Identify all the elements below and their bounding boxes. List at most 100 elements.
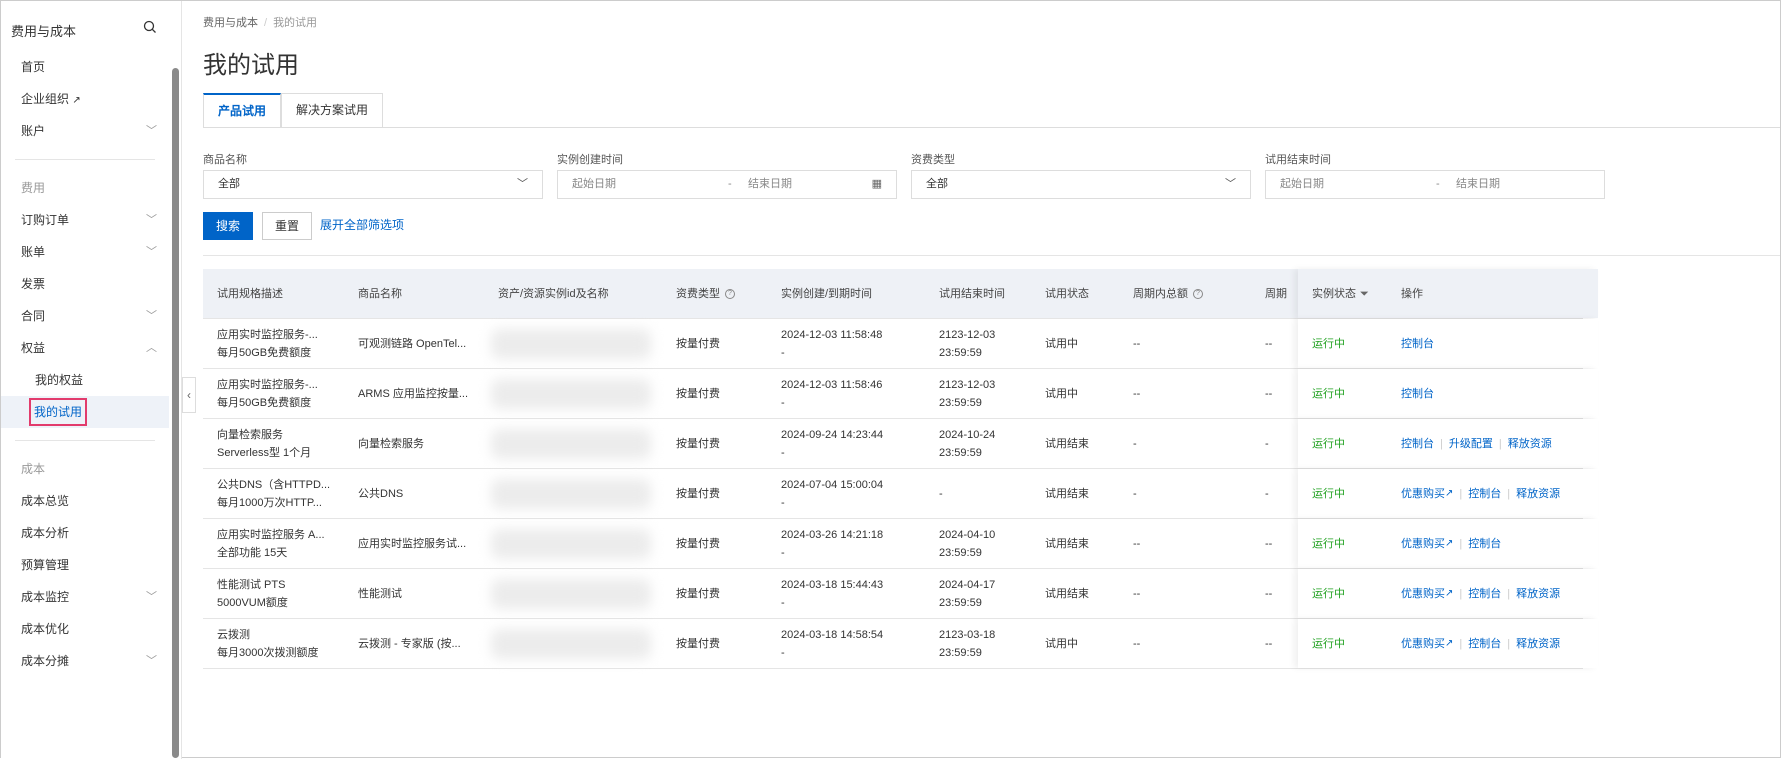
trial-end-date: 2024-10-24: [939, 428, 996, 441]
help-icon[interactable]: ?: [1193, 288, 1203, 299]
start-date[interactable]: 起始日期: [572, 178, 616, 190]
spec-line1: 应用实时监控服务-...: [217, 328, 318, 341]
end-date[interactable]: 结束日期: [748, 171, 792, 198]
discount-buy-link[interactable]: 优惠购买: [1401, 485, 1445, 503]
sidebar-title: 费用与成本: [11, 24, 77, 39]
tab-product-trial[interactable]: 产品试用: [203, 93, 282, 128]
release-link[interactable]: 释放资源: [1516, 585, 1560, 603]
col-period-total: 周期内总额: [1133, 287, 1188, 300]
trial-status: 试用结束: [1045, 537, 1089, 550]
trial-end-date-range[interactable]: 起始日期 - 结束日期: [1265, 170, 1605, 199]
billing-type: 按量付费: [676, 637, 720, 650]
reset-button[interactable]: 重置: [262, 212, 313, 240]
trial-end-date: 2024-04-17: [939, 578, 996, 591]
console-link[interactable]: 控制台: [1468, 585, 1501, 603]
sidebar-scrollbar[interactable]: [171, 56, 179, 758]
sidebar-item-overview[interactable]: 成本总览: [1, 485, 169, 517]
console-link[interactable]: 控制台: [1468, 485, 1501, 503]
sidebar-item-account[interactable]: 账户 ﹀: [1, 115, 169, 147]
label: 企业组织: [21, 92, 70, 106]
console-link[interactable]: 控制台: [1401, 435, 1434, 453]
separator: |: [1507, 487, 1511, 500]
filter-icon[interactable]: ⏷: [1360, 285, 1369, 303]
external-link-icon: ↗: [1445, 637, 1454, 649]
release-link[interactable]: 释放资源: [1516, 485, 1560, 503]
asset-id-blurred: [491, 429, 651, 459]
sidebar-item-my-rights[interactable]: 我的权益: [1, 364, 169, 396]
period: --: [1265, 587, 1273, 600]
trial-end-time: 23:59:59: [939, 446, 982, 459]
external-link-icon: ↗: [1445, 587, 1454, 599]
sidebar-item-contract[interactable]: 合同 ﹀: [1, 300, 169, 332]
created-time: 2024-03-26 14:21:18: [781, 528, 884, 541]
separator: |: [1440, 437, 1443, 450]
console-link[interactable]: 控制台: [1468, 535, 1501, 553]
upgrade-link[interactable]: 升级配置: [1449, 435, 1493, 453]
billing-type: 按量付费: [676, 587, 720, 600]
billing-type: 按量付费: [676, 437, 720, 450]
search-icon[interactable]: [143, 20, 157, 34]
console-link[interactable]: 控制台: [1401, 385, 1434, 403]
created-time: 2024-07-04 15:00:04: [781, 478, 884, 491]
chevron-down-icon: ﹀: [146, 246, 157, 258]
period: --: [1265, 637, 1273, 650]
discount-buy-link[interactable]: 优惠购买: [1401, 535, 1445, 553]
sidebar-item-my-trial[interactable]: 我的试用: [1, 396, 169, 428]
product-name: 向量检索服务: [358, 437, 424, 450]
expire-time: -: [781, 546, 785, 559]
expire-time: -: [781, 496, 785, 509]
search-button[interactable]: 搜索: [203, 212, 254, 240]
console-link[interactable]: 控制台: [1401, 335, 1434, 353]
sidebar-item-invoice[interactable]: 发票: [1, 268, 169, 300]
console-link[interactable]: 控制台: [1468, 635, 1501, 653]
release-link[interactable]: 释放资源: [1516, 635, 1560, 653]
product-name: ARMS 应用监控按量...: [358, 387, 469, 400]
label: 订购订单: [21, 213, 70, 227]
sidebar-item-orders[interactable]: 订购订单 ﹀: [1, 204, 169, 236]
table-row: 向量检索服务 Serverless型 1个月 向量检索服务 按量付费 2024-0…: [203, 419, 1598, 469]
expire-time: -: [781, 446, 785, 459]
scroll-thumb[interactable]: [172, 68, 179, 758]
end-date[interactable]: 结束日期: [1456, 171, 1500, 198]
sidebar-item-budget[interactable]: 预算管理: [1, 549, 169, 581]
asset-id-blurred: [491, 579, 651, 609]
created-time: 2024-12-03 11:58:46: [781, 378, 883, 391]
sidebar-item-allocate[interactable]: 成本分摊 ﹀: [1, 645, 169, 677]
actions: 控制台: [1401, 319, 1434, 368]
sidebar-item-analysis[interactable]: 成本分析: [1, 517, 169, 549]
breadcrumb-root[interactable]: 费用与成本: [203, 17, 258, 29]
expand-filters-link[interactable]: 展开全部筛选项: [308, 212, 416, 240]
billing-select[interactable]: 全部 ﹀: [911, 170, 1251, 199]
sidebar-item-rights[interactable]: 权益 ︿: [1, 332, 169, 364]
actions: 优惠购买 ↗ | 控制台 | 释放资源: [1401, 619, 1560, 668]
spec-line2: 每月50GB免费额度: [217, 396, 312, 409]
trial-end-time: 23:59:59: [939, 346, 982, 359]
sidebar-item-home[interactable]: 首页: [1, 51, 169, 83]
instance-status: 运行中: [1312, 387, 1345, 400]
page-title: 我的试用: [203, 52, 299, 79]
discount-buy-link[interactable]: 优惠购买: [1401, 635, 1445, 653]
chevron-down-icon: ﹀: [146, 214, 157, 226]
trial-status: 试用中: [1045, 337, 1078, 350]
col-product: 商品名称: [358, 287, 402, 300]
col-actions: 操作: [1401, 287, 1423, 300]
separator: |: [1459, 587, 1463, 600]
trial-end-time: 23:59:59: [939, 396, 982, 409]
start-date[interactable]: 起始日期: [1280, 178, 1324, 190]
sidebar-item-bills[interactable]: 账单 ﹀: [1, 236, 169, 268]
created-filter-label: 实例创建时间: [557, 154, 623, 166]
table-row: 应用实时监控服务 A... 全部功能 15天 应用实时监控服务试... 按量付费 …: [203, 519, 1598, 569]
sidebar-item-org[interactable]: 企业组织 ↗: [1, 83, 169, 115]
sidebar-item-optimize[interactable]: 成本优化: [1, 613, 169, 645]
help-icon[interactable]: ?: [725, 288, 735, 299]
breadcrumb-current: 我的试用: [273, 17, 318, 29]
release-link[interactable]: 释放资源: [1508, 435, 1552, 453]
period-total: --: [1133, 637, 1141, 650]
tab-solution-trial[interactable]: 解决方案试用: [281, 93, 384, 128]
product-select[interactable]: 全部 ﹀: [203, 170, 543, 199]
created-date-range[interactable]: 起始日期 - 结束日期 ▦: [557, 170, 897, 199]
discount-buy-link[interactable]: 优惠购买: [1401, 585, 1445, 603]
instance-status: 运行中: [1312, 337, 1345, 350]
trial-end-time: 23:59:59: [939, 596, 982, 609]
sidebar-item-monitor[interactable]: 成本监控 ﹀: [1, 581, 169, 613]
